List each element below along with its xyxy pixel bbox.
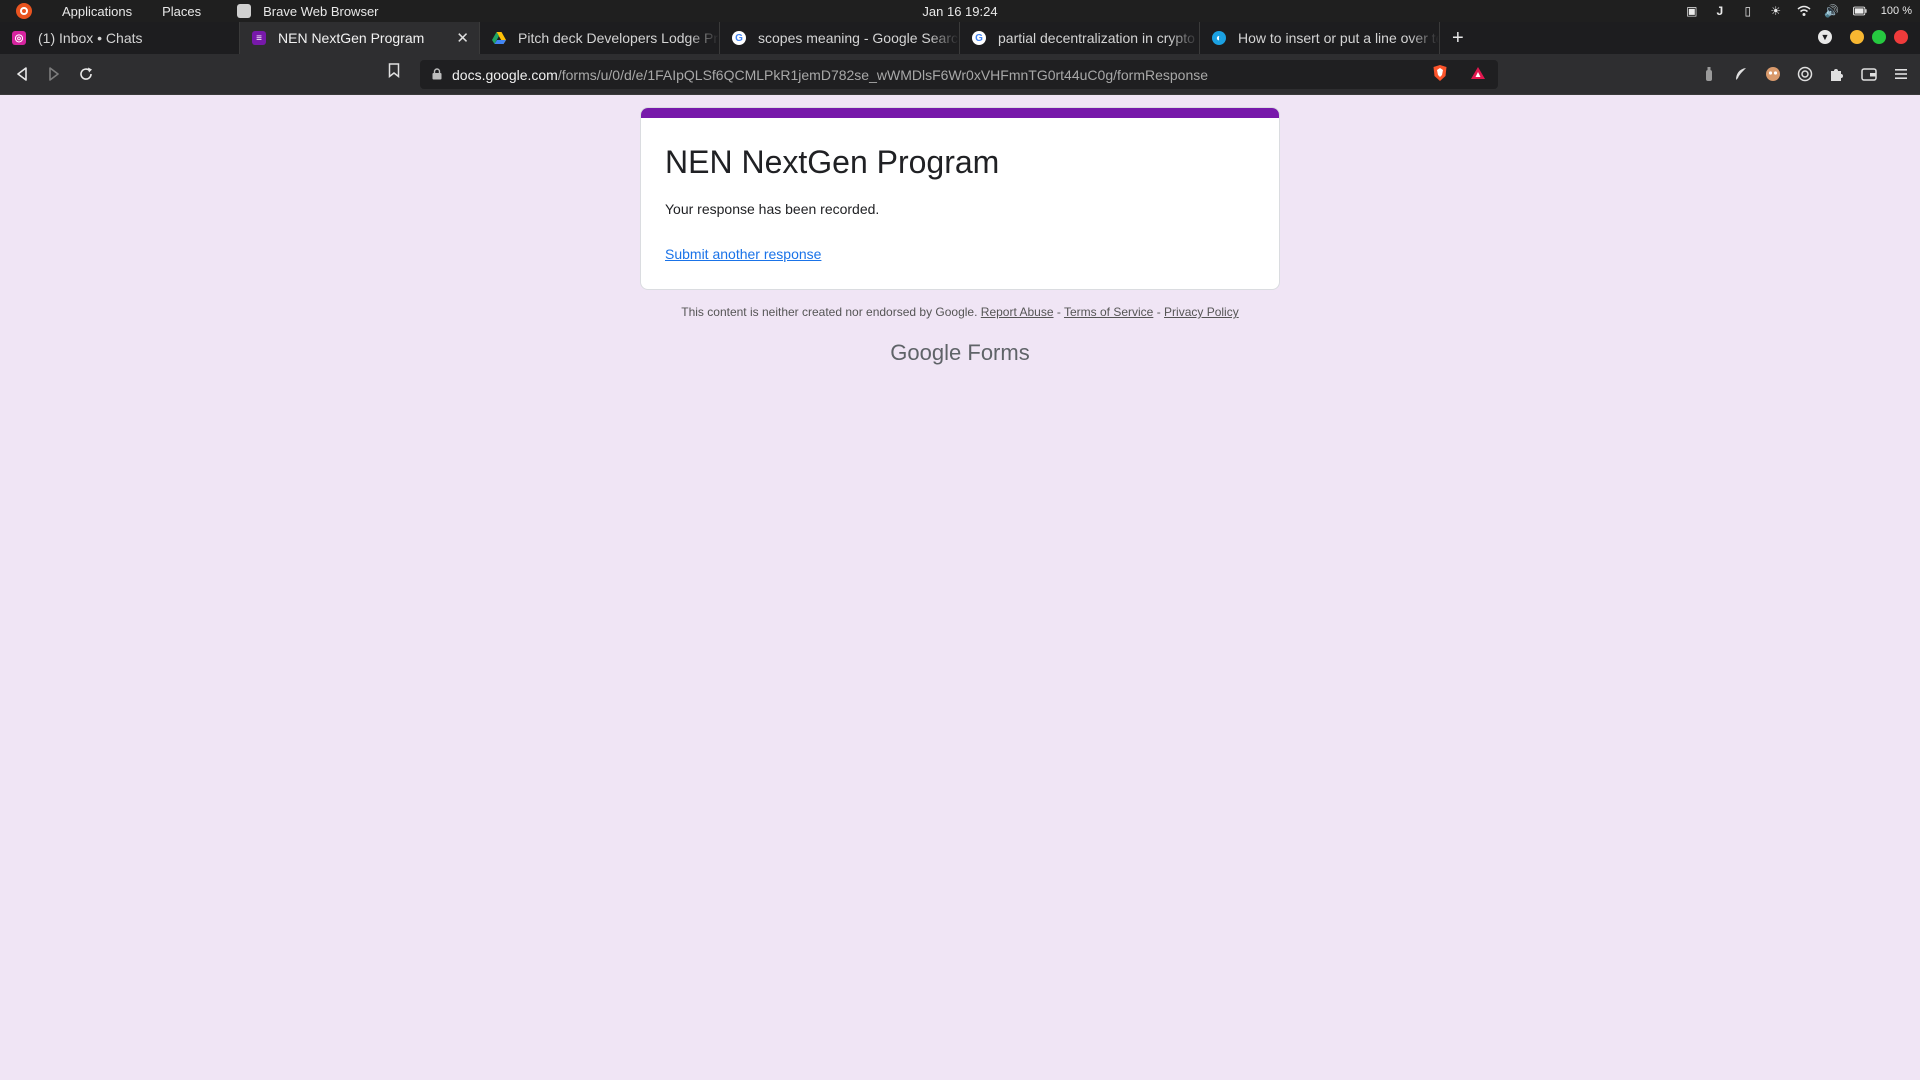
site-icon: ◐ — [1212, 31, 1226, 45]
url-host: docs.google.com — [452, 66, 558, 83]
submit-another-response-link[interactable]: Submit another response — [665, 246, 821, 262]
form-accent-bar — [641, 108, 1279, 118]
os-top-bar: Applications Places Brave Web Browser Ja… — [0, 0, 1920, 22]
new-tab-plus-icon[interactable]: + — [1452, 27, 1464, 50]
extensions-puzzle-icon[interactable] — [1828, 65, 1846, 83]
extensions-area — [1700, 65, 1910, 83]
tab-title: NEN NextGen Program — [278, 30, 425, 46]
active-app-name[interactable]: Brave Web Browser — [263, 4, 378, 19]
maximize-button[interactable] — [1872, 30, 1886, 44]
browser-tab-strip: ◎ (1) Inbox • Chats ≡ NEN NextGen Progra… — [0, 22, 1920, 54]
bookmark-icon[interactable] — [388, 63, 400, 83]
places-menu[interactable]: Places — [162, 4, 201, 19]
hamburger-menu-icon[interactable] — [1892, 65, 1910, 83]
google-drive-icon — [492, 31, 506, 45]
extension-face-icon[interactable] — [1764, 65, 1782, 83]
disclaimer-footer: This content is neither created nor endo… — [640, 305, 1280, 319]
url-path: /forms/u/0/d/e/1FAIpQLSf6QCMLPkR1jemD782… — [557, 66, 1209, 83]
instagram-icon: ◎ — [12, 31, 26, 45]
tab-how-to-insert-line[interactable]: ◐ How to insert or put a line over te — [1200, 22, 1440, 54]
battery-icon[interactable] — [1852, 4, 1867, 18]
wallet-icon[interactable] — [1860, 65, 1878, 83]
reload-button[interactable] — [70, 58, 102, 90]
wifi-icon[interactable] — [1797, 4, 1811, 18]
terms-of-service-link[interactable]: Terms of Service — [1064, 305, 1153, 319]
tab-title: scopes meaning - Google Searc — [758, 30, 958, 46]
close-tab-icon[interactable]: ✕ — [456, 29, 469, 47]
screenshot-icon[interactable]: ▣ — [1685, 4, 1699, 18]
tab-title: (1) Inbox • Chats — [38, 30, 143, 46]
j-app-icon[interactable]: J — [1713, 4, 1727, 18]
lock-icon[interactable] — [432, 67, 442, 83]
close-window-button[interactable] — [1894, 30, 1908, 44]
response-recorded-message: Your response has been recorded. — [665, 201, 880, 217]
tab-search-chevron-icon[interactable]: ▼ — [1818, 30, 1832, 44]
disclaimer-text: This content is neither created nor endo… — [681, 305, 978, 319]
tab-pitch-deck[interactable]: Pitch deck Developers Lodge Pr — [480, 22, 720, 54]
report-abuse-link[interactable]: Report Abuse — [981, 305, 1054, 319]
back-button[interactable] — [6, 58, 38, 90]
tab-nen-nextgen-program[interactable]: ≡ NEN NextGen Program ✕ — [240, 22, 480, 54]
tab-scopes-meaning[interactable]: G scopes meaning - Google Searc — [720, 22, 960, 54]
google-icon: G — [732, 31, 746, 45]
forms-wordmark: Forms — [967, 340, 1030, 365]
tab-title: How to insert or put a line over te — [1238, 30, 1439, 46]
ubuntu-logo-icon[interactable] — [16, 3, 32, 19]
separator: - — [1056, 305, 1061, 319]
minimize-button[interactable] — [1850, 30, 1864, 44]
forward-button[interactable] — [38, 58, 70, 90]
window-controls: ▼ — [1818, 30, 1908, 44]
brave-rewards-icon[interactable] — [1470, 66, 1486, 85]
google-wordmark: Google — [890, 340, 962, 365]
separator: - — [1156, 305, 1161, 319]
address-bar[interactable]: docs.google.com/forms/u/0/d/e/1FAIpQLSf6… — [420, 60, 1498, 89]
tab-inbox-chats[interactable]: ◎ (1) Inbox • Chats — [0, 22, 240, 54]
privacy-policy-link[interactable]: Privacy Policy — [1164, 305, 1239, 319]
google-icon: G — [972, 31, 986, 45]
tab-title: partial decentralization in crypto — [998, 30, 1195, 46]
brave-app-icon — [237, 4, 252, 18]
browser-toolbar: docs.google.com/forms/u/0/d/e/1FAIpQLSf6… — [0, 54, 1920, 95]
system-tray: ▣ J ▯ ☀ 🔊 100 % — [1685, 0, 1912, 22]
volume-icon[interactable]: 🔊 — [1824, 4, 1839, 18]
extension-bottle-icon[interactable] — [1700, 65, 1718, 83]
brave-shields-icon[interactable] — [1432, 64, 1448, 87]
applications-menu[interactable]: Applications — [62, 4, 132, 19]
battery-percent: 100 % — [1880, 5, 1912, 17]
tab-title: Pitch deck Developers Lodge Pr — [518, 30, 718, 46]
clipboard-icon[interactable]: ▯ — [1741, 4, 1755, 18]
google-forms-logo[interactable]: Google Forms — [640, 340, 1280, 366]
form-title: NEN NextGen Program — [665, 144, 1000, 180]
extension-feather-icon[interactable] — [1732, 65, 1750, 83]
extension-target-icon[interactable] — [1796, 65, 1814, 83]
tab-partial-decentralization[interactable]: G partial decentralization in crypto — [960, 22, 1200, 54]
brightness-icon[interactable]: ☀ — [1769, 4, 1783, 18]
google-forms-icon: ≡ — [252, 31, 266, 45]
form-response-card: NEN NextGen Program Your response has be… — [640, 107, 1280, 290]
